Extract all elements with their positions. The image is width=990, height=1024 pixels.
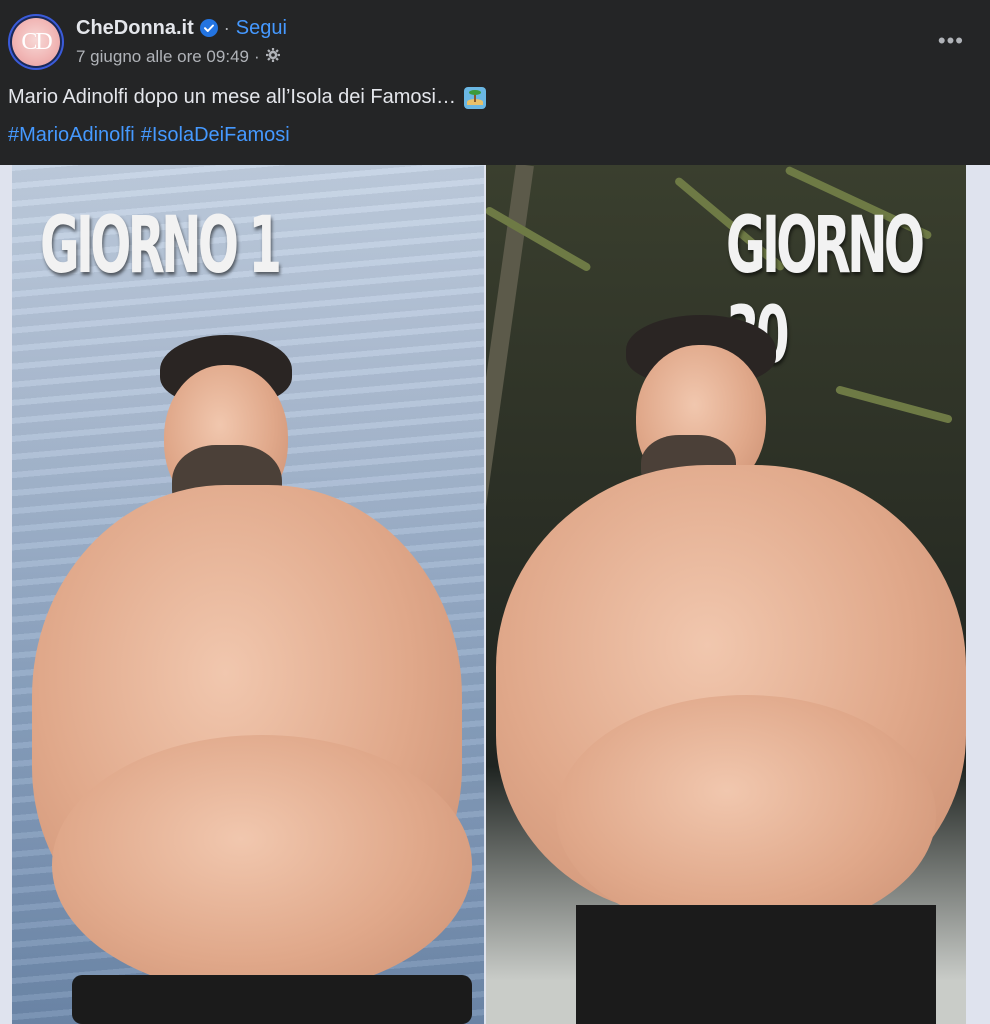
day-1-label: GIORNO 1	[40, 201, 282, 291]
gear-icon	[265, 47, 281, 68]
post-header: CD CheDonna.it · Segui 7 giugno alle ore…	[0, 0, 990, 78]
hashtag-link[interactable]: #IsolaDeiFamosi	[141, 124, 290, 147]
meta-separator: ·	[253, 47, 260, 66]
post-meta: 7 giugno alle ore 09:49 ·	[76, 46, 281, 68]
hashtags: #MarioAdinolfi #IsolaDeiFamosi	[8, 124, 290, 147]
more-horizontal-icon[interactable]: •••	[938, 28, 964, 54]
desert-island-icon	[464, 86, 486, 109]
page-name-link[interactable]: CheDonna.it	[76, 17, 194, 40]
person-figure-left	[12, 335, 484, 1024]
follow-button[interactable]: Segui	[236, 17, 287, 40]
caption-text: Mario Adinolfi dopo un mese all’Isola de…	[8, 86, 456, 108]
name-row: CheDonna.it · Segui	[76, 15, 287, 41]
post-timestamp[interactable]: 7 giugno alle ore 09:49	[76, 47, 249, 67]
separator-dot: ·	[223, 17, 230, 38]
hashtag-link[interactable]: #MarioAdinolfi	[8, 124, 135, 147]
verified-badge-icon	[199, 19, 218, 37]
avatar-logo: CD	[12, 18, 60, 66]
photo-day-1: GIORNO 1	[12, 165, 484, 1024]
page-avatar[interactable]: CD	[8, 14, 64, 70]
post-image[interactable]: GIORNO 1 GIORNO 30	[0, 165, 990, 1024]
post-caption: Mario Adinolfi dopo un mese all’Isola de…	[8, 86, 486, 109]
person-figure-right	[486, 315, 966, 1024]
photo-day-30: GIORNO 30	[486, 165, 966, 1024]
